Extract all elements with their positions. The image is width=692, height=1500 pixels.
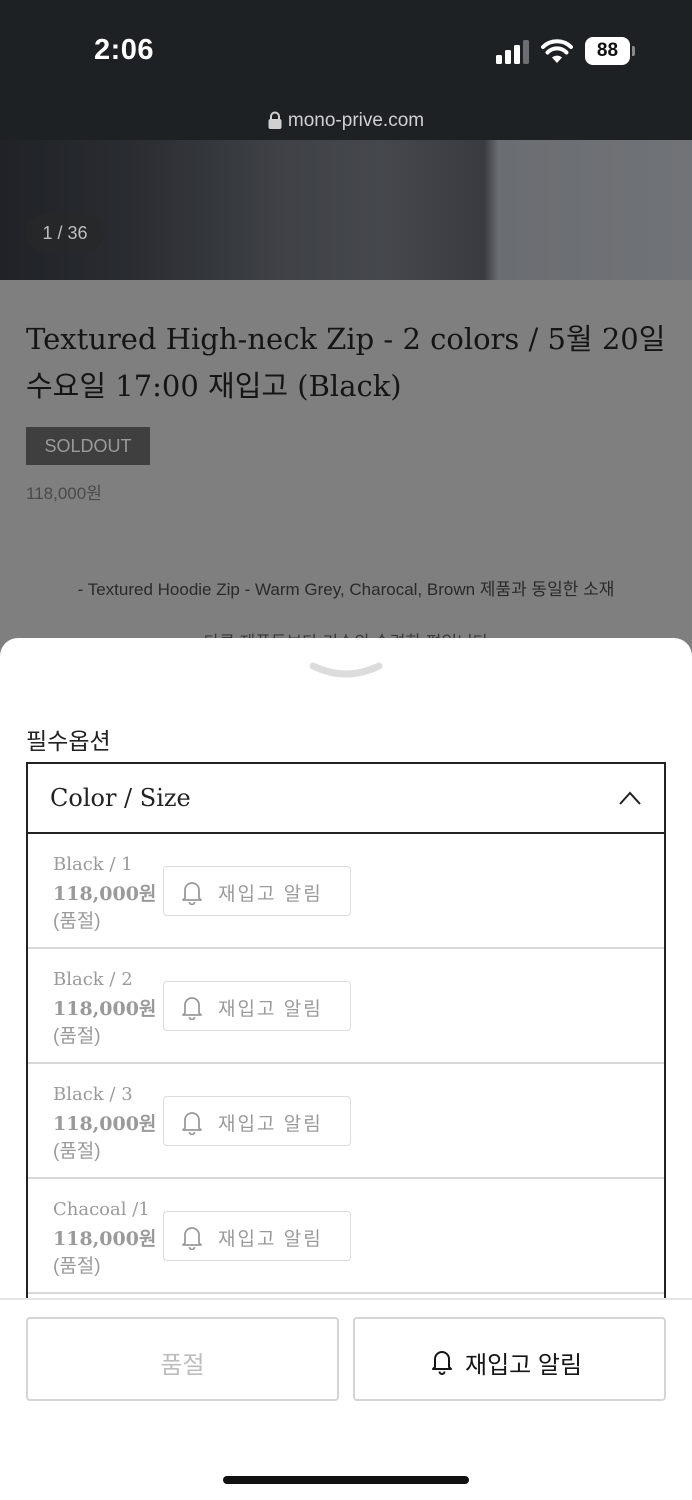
wifi-icon xyxy=(541,39,573,63)
product-image[interactable] xyxy=(0,140,692,280)
bell-icon xyxy=(182,882,202,905)
home-indicator[interactable] xyxy=(223,1476,469,1484)
restock-alert-label: 재입고 알림 xyxy=(218,1229,323,1250)
option-name: Black / 1 xyxy=(53,854,133,875)
option-price: 118,000원 xyxy=(53,998,157,1020)
bell-icon xyxy=(182,1112,202,1135)
restock-alert-main-label: 재입고 알림 xyxy=(465,1352,583,1379)
option-price: 118,000원 xyxy=(53,883,157,905)
option-price: 118,000원 xyxy=(53,1113,157,1135)
restock-alert-button[interactable]: 재입고 알림 xyxy=(163,866,351,916)
collapse-sheet-icon[interactable] xyxy=(309,660,383,684)
bell-icon xyxy=(182,997,202,1020)
restock-alert-label: 재입고 알림 xyxy=(218,884,323,905)
option-status: (품절) xyxy=(53,1141,101,1162)
product-price: 118,000원 xyxy=(26,484,102,503)
bell-icon xyxy=(432,1351,452,1375)
url-text: mono-prive.com xyxy=(287,110,425,131)
cellular-signal-icon xyxy=(496,40,529,64)
lock-icon xyxy=(268,111,282,129)
option-status: (품절) xyxy=(53,1256,101,1277)
address-bar[interactable]: mono-prive.com xyxy=(0,100,692,140)
status-bar: 2:06 88 xyxy=(0,0,692,100)
option-bottom-sheet: 필수옵션 Color / Size Black / 1 118,000원 (품절… xyxy=(0,638,692,1500)
footer-divider xyxy=(0,1298,692,1300)
required-option-label: 필수옵션 xyxy=(26,728,111,754)
option-item[interactable]: Black / 3 118,000원 (품절) 재입고 알림 xyxy=(28,1064,664,1179)
option-status: (품절) xyxy=(53,911,101,932)
soldout-button-label: 품절 xyxy=(160,1352,205,1379)
option-name: Chacoal /1 xyxy=(53,1199,150,1220)
restock-alert-button[interactable]: 재입고 알림 xyxy=(163,1211,351,1261)
option-status: (품절) xyxy=(53,1026,101,1047)
restock-alert-label: 재입고 알림 xyxy=(218,1114,323,1135)
soldout-badge: SOLDOUT xyxy=(26,427,150,465)
option-item[interactable]: Black / 1 118,000원 (품절) 재입고 알림 xyxy=(28,834,664,949)
option-item[interactable]: Chacoal /1 118,000원 (품절) 재입고 알림 xyxy=(28,1179,664,1294)
option-list[interactable]: Black / 1 118,000원 (품절) 재입고 알림 Black / 2… xyxy=(26,834,666,1298)
option-item[interactable]: Black / 2 118,000원 (품절) 재입고 알림 xyxy=(28,949,664,1064)
option-name: Black / 2 xyxy=(53,969,133,990)
restock-alert-label: 재입고 알림 xyxy=(218,999,323,1020)
select-label: Color / Size xyxy=(50,784,191,812)
restock-alert-button[interactable]: 재입고 알림 xyxy=(163,1096,351,1146)
product-title: Textured High-neck Zip - 2 colors / 5월 2… xyxy=(26,322,666,403)
clock: 2:06 xyxy=(94,34,155,66)
option-price: 118,000원 xyxy=(53,1228,157,1250)
chevron-up-icon xyxy=(619,791,641,805)
image-counter: 1 / 36 xyxy=(26,214,104,252)
option-name: Black / 3 xyxy=(53,1084,133,1105)
battery-level: 88 xyxy=(596,40,619,61)
product-description-line: - Textured Hoodie Zip - Warm Grey, Charo… xyxy=(77,580,615,599)
restock-alert-main-button[interactable]: 재입고 알림 xyxy=(353,1317,666,1401)
restock-alert-button[interactable]: 재입고 알림 xyxy=(163,981,351,1031)
color-size-select[interactable]: Color / Size xyxy=(26,762,666,834)
battery-icon: 88 xyxy=(585,37,635,65)
soldout-button[interactable]: 품절 xyxy=(26,1317,339,1401)
bell-icon xyxy=(182,1227,202,1250)
